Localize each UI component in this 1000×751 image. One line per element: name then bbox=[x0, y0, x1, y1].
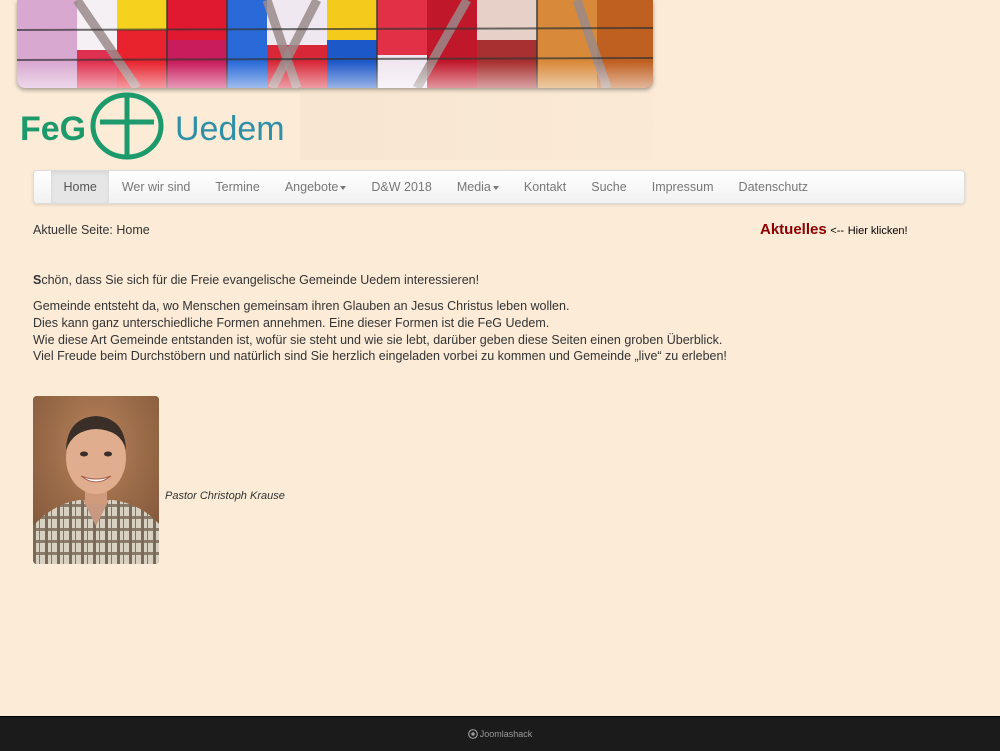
paragraph-line: Viel Freude beim Durchstöbern und natürl… bbox=[33, 349, 727, 364]
footer-brand-text: Joomlashack bbox=[479, 729, 533, 739]
paragraph-line: Dies kann ganz unterschiedliche Formen a… bbox=[33, 315, 550, 330]
aktuelles-hint: Hier klicken! bbox=[847, 225, 908, 237]
nav-label: D&W 2018 bbox=[371, 180, 432, 194]
footer: Joomlashack bbox=[0, 716, 1000, 751]
nav-item-kontakt[interactable]: Kontakt bbox=[511, 171, 578, 203]
logo-text-main: FeG bbox=[20, 110, 87, 148]
site-logo[interactable]: FeG Uedem bbox=[18, 90, 318, 162]
nav-label: Media bbox=[456, 180, 491, 194]
intro-text: Schön, dass Sie sich für die Freie evang… bbox=[33, 273, 479, 287]
joomlashack-icon bbox=[467, 729, 478, 739]
nav-label: Home bbox=[63, 180, 97, 194]
nav-item-home[interactable]: Home bbox=[51, 171, 110, 203]
nav-item-impressum[interactable]: Impressum bbox=[639, 171, 726, 203]
nav-label: Wer wir sind bbox=[121, 180, 191, 194]
nav-item-termine[interactable]: Termine bbox=[203, 171, 272, 203]
logo-background-fade bbox=[300, 90, 655, 160]
intro-rest: chön, dass Sie sich für die Freie evange… bbox=[41, 273, 480, 287]
nav-item-angebote[interactable]: Angebote bbox=[272, 171, 359, 203]
nav-item-datenschutz[interactable]: Datenschutz bbox=[726, 171, 820, 203]
nav-item-wer-wir-sind[interactable]: Wer wir sind bbox=[109, 171, 203, 203]
nav-label: Suche bbox=[591, 180, 627, 194]
main-navigation: Home Wer wir sind Termine Angebote D&W 2… bbox=[33, 170, 965, 204]
logo-text-city: Uedem bbox=[175, 110, 285, 148]
aktuelles-arrow: <-- bbox=[830, 225, 845, 237]
nav-item-media[interactable]: Media bbox=[444, 171, 511, 203]
caret-down-icon bbox=[492, 186, 499, 190]
nav-label: Angebote bbox=[284, 180, 339, 194]
cross-icon bbox=[90, 92, 164, 160]
nav-item-dw-2018[interactable]: D&W 2018 bbox=[359, 171, 444, 203]
nav-label: Datenschutz bbox=[738, 180, 809, 194]
pastor-photo bbox=[33, 396, 159, 564]
nav-label: Termine bbox=[215, 180, 260, 194]
caret-down-icon bbox=[340, 186, 347, 190]
pastor-caption: Pastor Christoph Krause bbox=[165, 490, 285, 502]
nav-label: Kontakt bbox=[523, 180, 567, 194]
header-banner bbox=[17, 0, 653, 88]
nav-label: Impressum bbox=[651, 180, 714, 194]
welcome-paragraph: Gemeinde entsteht da, wo Menschen gemein… bbox=[33, 298, 727, 365]
footer-brand[interactable]: Joomlashack bbox=[467, 729, 533, 739]
paragraph-line: Wie diese Art Gemeinde entstanden ist, w… bbox=[33, 332, 723, 347]
nav-item-suche[interactable]: Suche bbox=[579, 171, 639, 203]
aktuelles-link[interactable]: Aktuelles bbox=[760, 221, 827, 238]
breadcrumb: Aktuelle Seite: Home bbox=[33, 223, 150, 237]
aktuelles-module: Aktuelles <-- Hier klicken! bbox=[760, 221, 908, 238]
paragraph-line: Gemeinde entsteht da, wo Menschen gemein… bbox=[33, 299, 570, 313]
